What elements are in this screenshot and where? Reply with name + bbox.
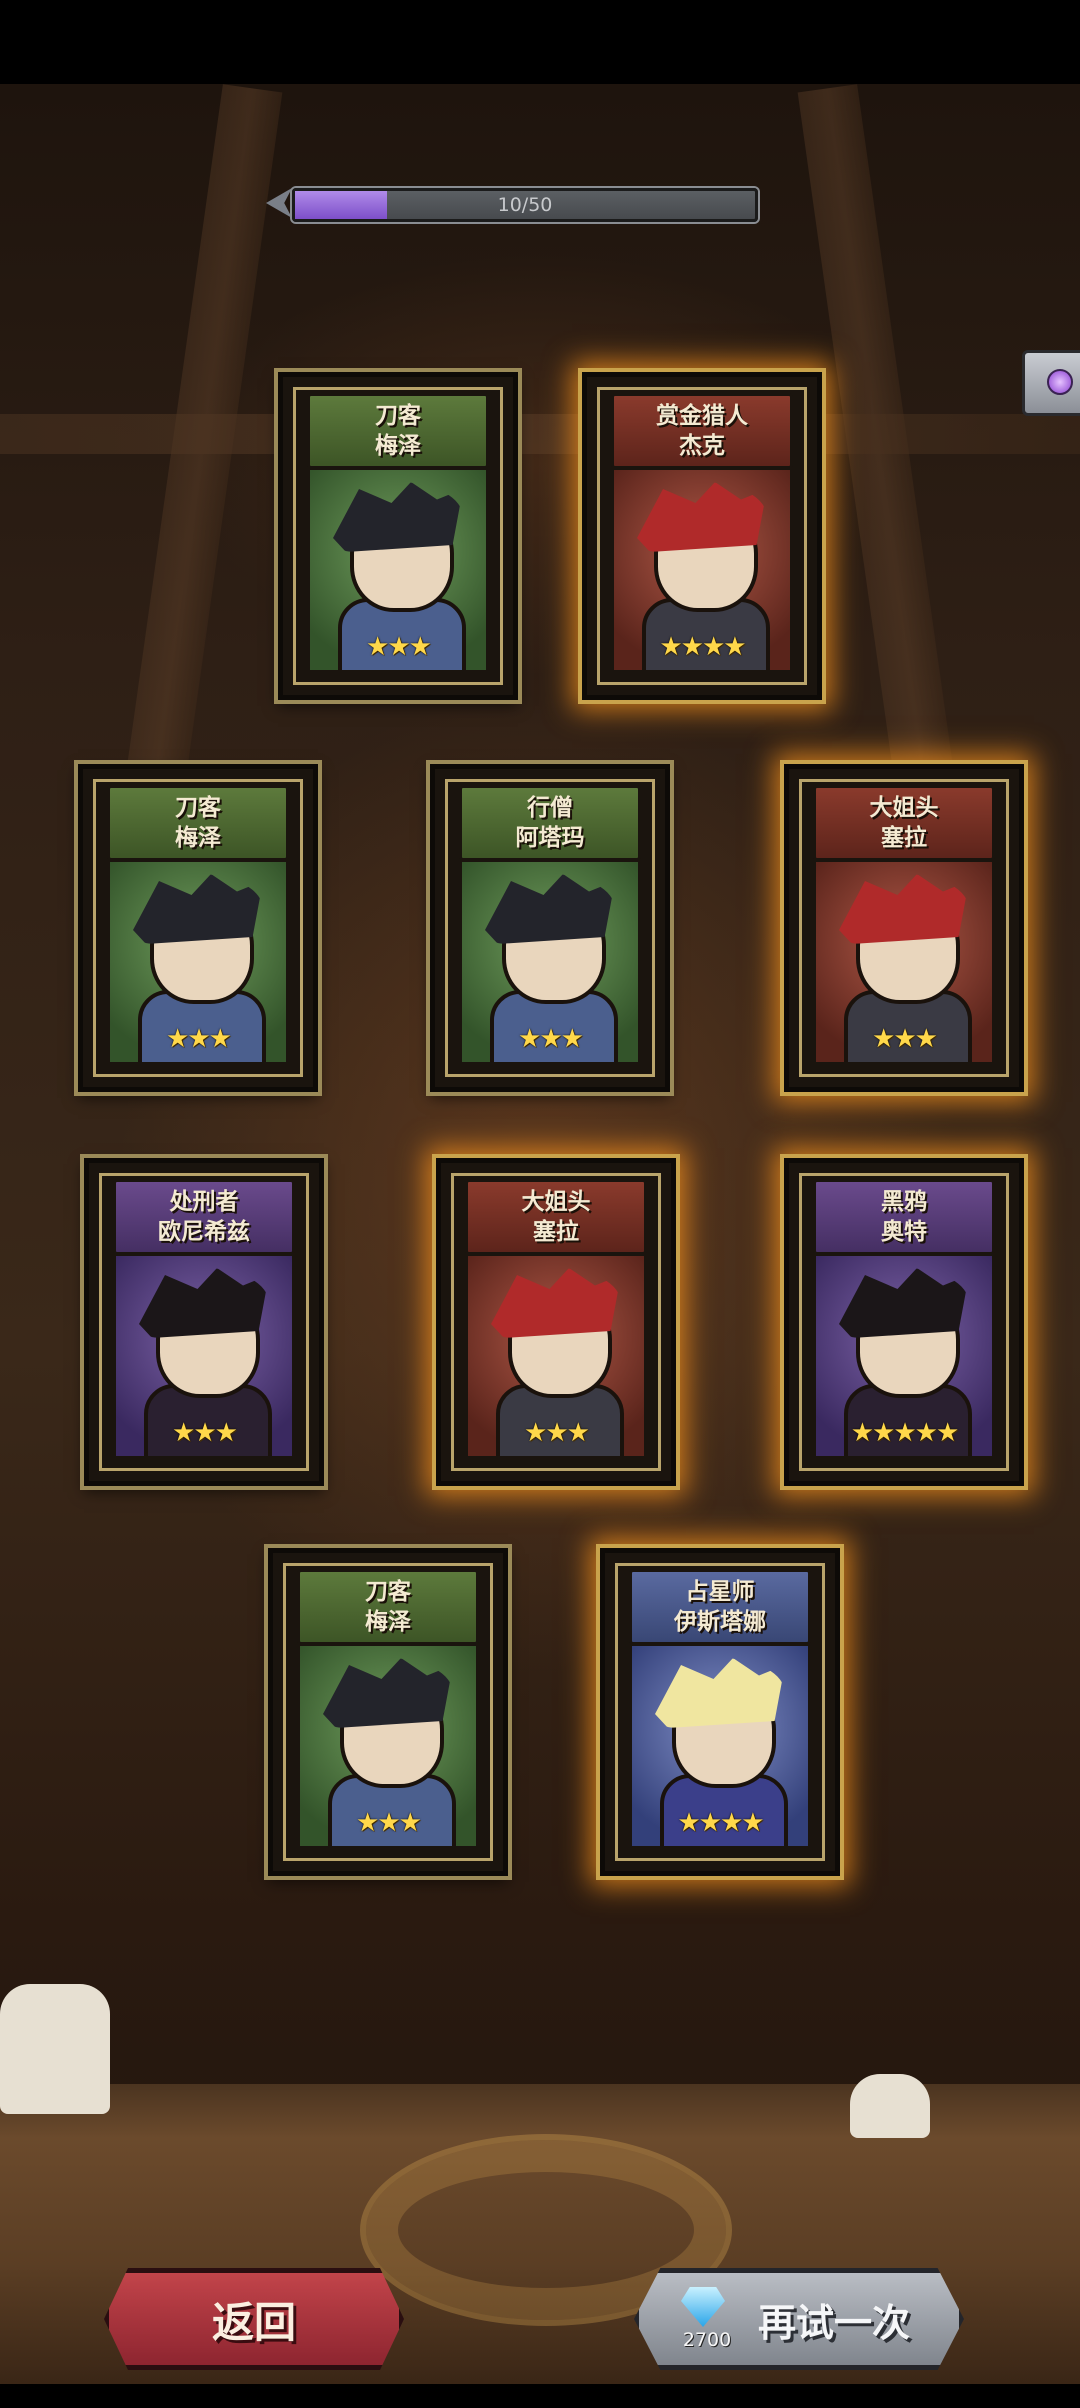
hero-hair	[323, 1658, 453, 1728]
hero-card[interactable]: 赏金猎人 杰克 ★★★★	[582, 372, 822, 700]
hero-portrait: ★★★★★	[813, 1253, 995, 1459]
hero-hair	[839, 874, 969, 944]
hero-card[interactable]: 大姐头 塞拉 ★★★	[436, 1158, 676, 1486]
hero-role: 大姐头	[521, 1189, 591, 1215]
hero-role: 黑鸦	[881, 1189, 927, 1215]
retry-button[interactable]: 2700 再试一次	[634, 2268, 964, 2370]
hero-card[interactable]: 黑鸦 奥特 ★★★★★	[784, 1158, 1024, 1486]
retry-cost: 2700	[682, 2329, 732, 2351]
star-rating: ★★★	[166, 1024, 232, 1054]
back-button-label: 返回	[211, 2297, 296, 2347]
hero-name: 塞拉	[881, 825, 927, 851]
hero-hair	[637, 482, 767, 552]
candle-decoration	[0, 1984, 110, 2114]
hero-role: 大姐头	[869, 795, 939, 821]
hero-role: 行僧	[527, 795, 573, 821]
wood-beam	[0, 414, 1080, 454]
hero-name: 塞拉	[533, 1219, 579, 1245]
card-banner: 大姐头 塞拉	[813, 785, 995, 861]
star-rating: ★★★	[356, 1808, 422, 1838]
star-rating: ★★★★★	[850, 1418, 960, 1448]
hero-card[interactable]: 刀客 梅泽 ★★★	[268, 1548, 508, 1876]
hero-portrait: ★★★★	[611, 467, 793, 673]
hero-name: 阿塔玛	[515, 825, 585, 851]
card-banner: 刀客 梅泽	[307, 393, 489, 469]
hero-hair	[491, 1268, 621, 1338]
hero-portrait: ★★★★	[629, 1643, 811, 1849]
hero-card[interactable]: 大姐头 塞拉 ★★★	[784, 764, 1024, 1092]
hero-card[interactable]: 处刑者 欧尼希兹 ★★★	[84, 1158, 324, 1486]
hero-role: 处刑者	[169, 1189, 239, 1215]
hero-portrait: ★★★	[813, 859, 995, 1065]
star-rating: ★★★	[366, 632, 432, 662]
treasure-chest-icon[interactable]	[1022, 350, 1080, 416]
star-rating: ★★★	[172, 1418, 238, 1448]
summon-progress-bar: 10/50	[266, 182, 1080, 416]
hero-hair	[655, 1658, 785, 1728]
diamond-icon	[681, 2287, 725, 2327]
hero-hair	[133, 874, 263, 944]
hero-card[interactable]: 占星师 伊斯塔娜 ★★★★	[600, 1548, 840, 1876]
card-banner: 大姐头 塞拉	[465, 1179, 647, 1255]
hero-name: 梅泽	[175, 825, 221, 851]
hero-name: 梅泽	[365, 1609, 411, 1635]
hero-card[interactable]: 行僧 阿塔玛 ★★★	[430, 764, 670, 1092]
card-banner: 占星师 伊斯塔娜	[629, 1569, 811, 1645]
card-banner: 黑鸦 奥特	[813, 1179, 995, 1255]
star-rating: ★★★★	[677, 1808, 764, 1838]
card-banner: 行僧 阿塔玛	[459, 785, 641, 861]
retry-button-label: 再试一次	[757, 2300, 910, 2345]
back-button[interactable]: 返回	[104, 2268, 404, 2370]
hero-portrait: ★★★	[465, 1253, 647, 1459]
hero-portrait: ★★★	[107, 859, 289, 1065]
hero-name: 欧尼希兹	[158, 1219, 250, 1245]
card-banner: 刀客 梅泽	[297, 1569, 479, 1645]
hero-role: 赏金猎人	[656, 403, 748, 429]
card-banner: 赏金猎人 杰克	[611, 393, 793, 469]
chest-gem	[1047, 369, 1073, 395]
hero-role: 刀客	[375, 403, 421, 429]
hero-hair	[839, 1268, 969, 1338]
star-rating: ★★★★	[659, 632, 746, 662]
hero-role: 占星师	[685, 1579, 755, 1605]
hero-role: 刀客	[365, 1579, 411, 1605]
star-rating: ★★★	[524, 1418, 590, 1448]
progress-track: 10/50	[292, 188, 758, 222]
card-banner: 刀客 梅泽	[107, 785, 289, 861]
hero-role: 刀客	[175, 795, 221, 821]
hero-portrait: ★★★	[459, 859, 641, 1065]
hero-card[interactable]: 刀客 梅泽 ★★★	[278, 372, 518, 700]
hero-name: 梅泽	[375, 433, 421, 459]
hero-portrait: ★★★	[297, 1643, 479, 1849]
hero-hair	[139, 1268, 269, 1338]
hero-portrait: ★★★	[113, 1253, 295, 1459]
candle-decoration	[850, 2074, 930, 2138]
hero-hair	[333, 482, 463, 552]
hero-name: 伊斯塔娜	[674, 1609, 766, 1635]
star-rating: ★★★	[518, 1024, 584, 1054]
hero-card[interactable]: 刀客 梅泽 ★★★	[78, 764, 318, 1092]
hero-portrait: ★★★	[307, 467, 489, 673]
hero-hair	[485, 874, 615, 944]
hero-name: 杰克	[679, 433, 725, 459]
star-rating: ★★★	[872, 1024, 938, 1054]
hero-name: 奥特	[881, 1219, 927, 1245]
progress-label: 10/50	[497, 194, 553, 216]
card-banner: 处刑者 欧尼希兹	[113, 1179, 295, 1255]
